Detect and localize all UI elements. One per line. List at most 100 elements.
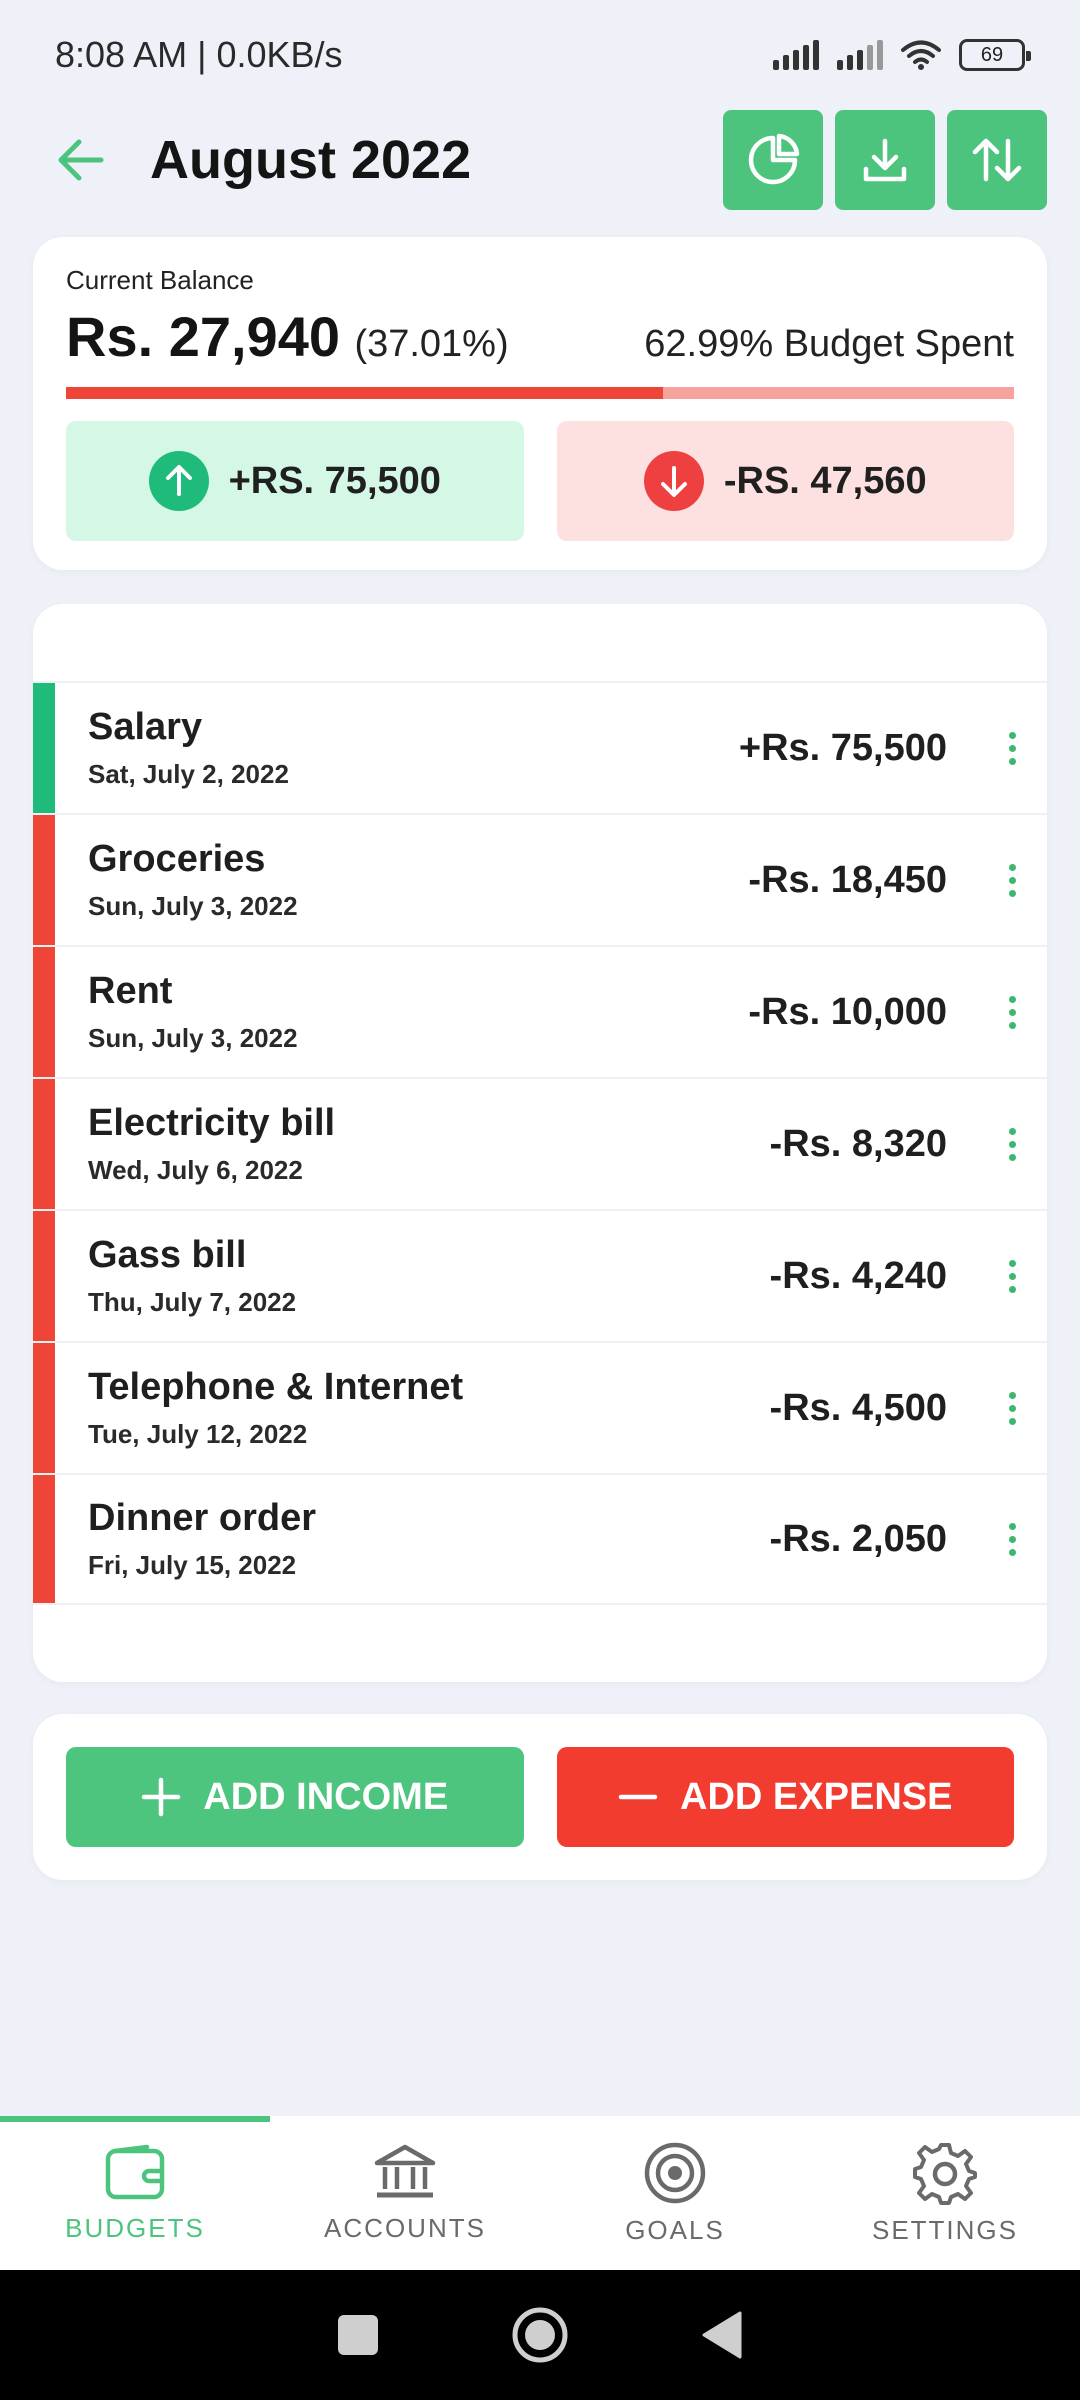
transaction-name: Salary (88, 706, 203, 748)
more-options-icon[interactable] (997, 995, 1027, 1029)
transaction-date: Thu, July 7, 2022 (88, 1287, 297, 1317)
transaction-amount: -Rs. 8,320 (769, 1122, 947, 1165)
transaction-amount: -Rs. 4,500 (769, 1386, 947, 1429)
transaction-amount: -Rs. 4,240 (769, 1254, 947, 1297)
sort-icon (972, 138, 1022, 182)
transaction-name: Rent (88, 970, 173, 1012)
bottom-nav: BUDGETS ACCOUNTS GOALS SETTINGS (0, 2116, 1080, 2270)
battery-icon: 69 (959, 39, 1031, 71)
add-income-button[interactable]: ADD INCOME (66, 1747, 524, 1847)
plus-icon (142, 1777, 181, 1817)
nav-label-settings: SETTINGS (871, 2214, 1018, 2245)
transaction-type-bar (33, 1475, 55, 1603)
nav-label-accounts: ACCOUNTS (324, 2212, 486, 2243)
more-options-icon[interactable] (997, 1127, 1027, 1161)
transaction-date: Tue, July 12, 2022 (88, 1419, 308, 1449)
app-header: August 2022 (0, 110, 1080, 210)
bank-icon (374, 2144, 436, 2197)
nav-label-budgets: BUDGETS (65, 2212, 205, 2243)
battery-level: 69 (980, 43, 1004, 66)
transaction-name: Gass bill (88, 1234, 247, 1276)
transaction-date: Fri, July 15, 2022 (88, 1550, 297, 1580)
target-icon (644, 2142, 706, 2203)
transaction-list: Salary Sat, July 2, 2022 +Rs. 75,500 Gro… (33, 681, 1047, 1605)
add-expense-button[interactable]: ADD EXPENSE (556, 1747, 1014, 1847)
back-triangle-icon[interactable] (700, 2310, 744, 2360)
balance-percent: (37.01%) (354, 323, 509, 365)
budget-progress-fill (66, 387, 664, 399)
chart-button[interactable] (723, 110, 823, 210)
download-icon (863, 138, 907, 182)
transaction-type-bar (33, 683, 55, 813)
transaction-date: Sat, July 2, 2022 (88, 759, 289, 789)
home-icon[interactable] (510, 2305, 570, 2365)
income-total[interactable]: +RS. 75,500 (66, 421, 524, 541)
page-title: August 2022 (150, 130, 472, 190)
income-amount: +RS. 75,500 (228, 459, 441, 502)
signal-icon (773, 40, 819, 70)
arrow-down-icon (643, 451, 704, 511)
arrow-up-icon (148, 451, 209, 511)
transaction-row[interactable]: Dinner order Fri, July 15, 2022 -Rs. 2,0… (33, 1473, 1047, 1605)
more-options-icon[interactable] (997, 731, 1027, 765)
transaction-type-bar (33, 1211, 55, 1341)
wifi-icon (901, 40, 941, 70)
transaction-name: Telephone & Internet (88, 1366, 464, 1408)
transaction-amount: +Rs. 75,500 (738, 726, 947, 769)
nav-item-settings[interactable]: SETTINGS (810, 2116, 1080, 2270)
add-income-label: ADD INCOME (203, 1775, 449, 1818)
transaction-row[interactable]: Salary Sat, July 2, 2022 +Rs. 75,500 (33, 681, 1047, 813)
status-bar: 8:08 AM | 0.0KB/s 69 (0, 0, 1080, 110)
nav-item-accounts[interactable]: ACCOUNTS (270, 2116, 540, 2270)
transaction-date: Sun, July 3, 2022 (88, 891, 298, 921)
transaction-amount: -Rs. 10,000 (748, 990, 947, 1033)
back-button[interactable] (50, 130, 110, 190)
transaction-date: Wed, July 6, 2022 (88, 1155, 303, 1185)
transaction-type-bar (33, 1343, 55, 1473)
status-icons: 69 (773, 39, 1031, 71)
transaction-row[interactable]: Groceries Sun, July 3, 2022 -Rs. 18,450 (33, 813, 1047, 945)
nav-item-budgets[interactable]: BUDGETS (0, 2116, 270, 2270)
expense-amount: -RS. 47,560 (723, 459, 927, 502)
pie-chart-icon (748, 133, 800, 185)
transaction-type-bar (33, 1079, 55, 1209)
balance-card: Current Balance Rs. 27,940 (37.01%) 62.9… (33, 237, 1047, 570)
sort-button[interactable] (947, 110, 1047, 210)
transaction-name: Electricity bill (88, 1102, 336, 1144)
budget-spent: 62.99% Budget Spent (644, 323, 1014, 365)
transaction-name: Groceries (88, 838, 266, 880)
add-expense-label: ADD EXPENSE (680, 1775, 953, 1818)
gear-icon (913, 2142, 977, 2205)
balance-amount: Rs. 27,940 (66, 305, 340, 368)
more-options-icon[interactable] (997, 1391, 1027, 1425)
nav-label-goals: GOALS (625, 2214, 725, 2245)
system-nav-bar (0, 2270, 1080, 2400)
nav-active-indicator (0, 2116, 270, 2122)
transaction-amount: -Rs. 2,050 (769, 1517, 947, 1560)
transaction-type-bar (33, 815, 55, 945)
more-options-icon[interactable] (997, 863, 1027, 897)
back-arrow-icon (58, 139, 104, 181)
balance-label: Current Balance (66, 265, 254, 295)
transaction-row[interactable]: Rent Sun, July 3, 2022 -Rs. 10,000 (33, 945, 1047, 1077)
transaction-name: Dinner order (88, 1497, 317, 1539)
transaction-date: Sun, July 3, 2022 (88, 1023, 298, 1053)
transaction-type-bar (33, 947, 55, 1077)
transaction-row[interactable]: Telephone & Internet Tue, July 12, 2022 … (33, 1341, 1047, 1473)
budget-progress-bar (66, 387, 1014, 399)
more-options-icon[interactable] (997, 1259, 1027, 1293)
recent-apps-icon[interactable] (336, 2313, 380, 2357)
status-time: 8:08 AM | 0.0KB/s (55, 34, 343, 75)
actions-card: ADD INCOME ADD EXPENSE (33, 1714, 1047, 1880)
wallet-icon (105, 2144, 165, 2199)
transaction-amount: -Rs. 18,450 (748, 858, 947, 901)
transactions-card: Salary Sat, July 2, 2022 +Rs. 75,500 Gro… (33, 604, 1047, 1682)
signal-icon-2 (837, 40, 883, 70)
nav-item-goals[interactable]: GOALS (540, 2116, 810, 2270)
expense-total[interactable]: -RS. 47,560 (556, 421, 1014, 541)
more-options-icon[interactable] (997, 1522, 1027, 1556)
transaction-row[interactable]: Electricity bill Wed, July 6, 2022 -Rs. … (33, 1077, 1047, 1209)
download-button[interactable] (835, 110, 935, 210)
minus-icon (618, 1794, 658, 1800)
transaction-row[interactable]: Gass bill Thu, July 7, 2022 -Rs. 4,240 (33, 1209, 1047, 1341)
